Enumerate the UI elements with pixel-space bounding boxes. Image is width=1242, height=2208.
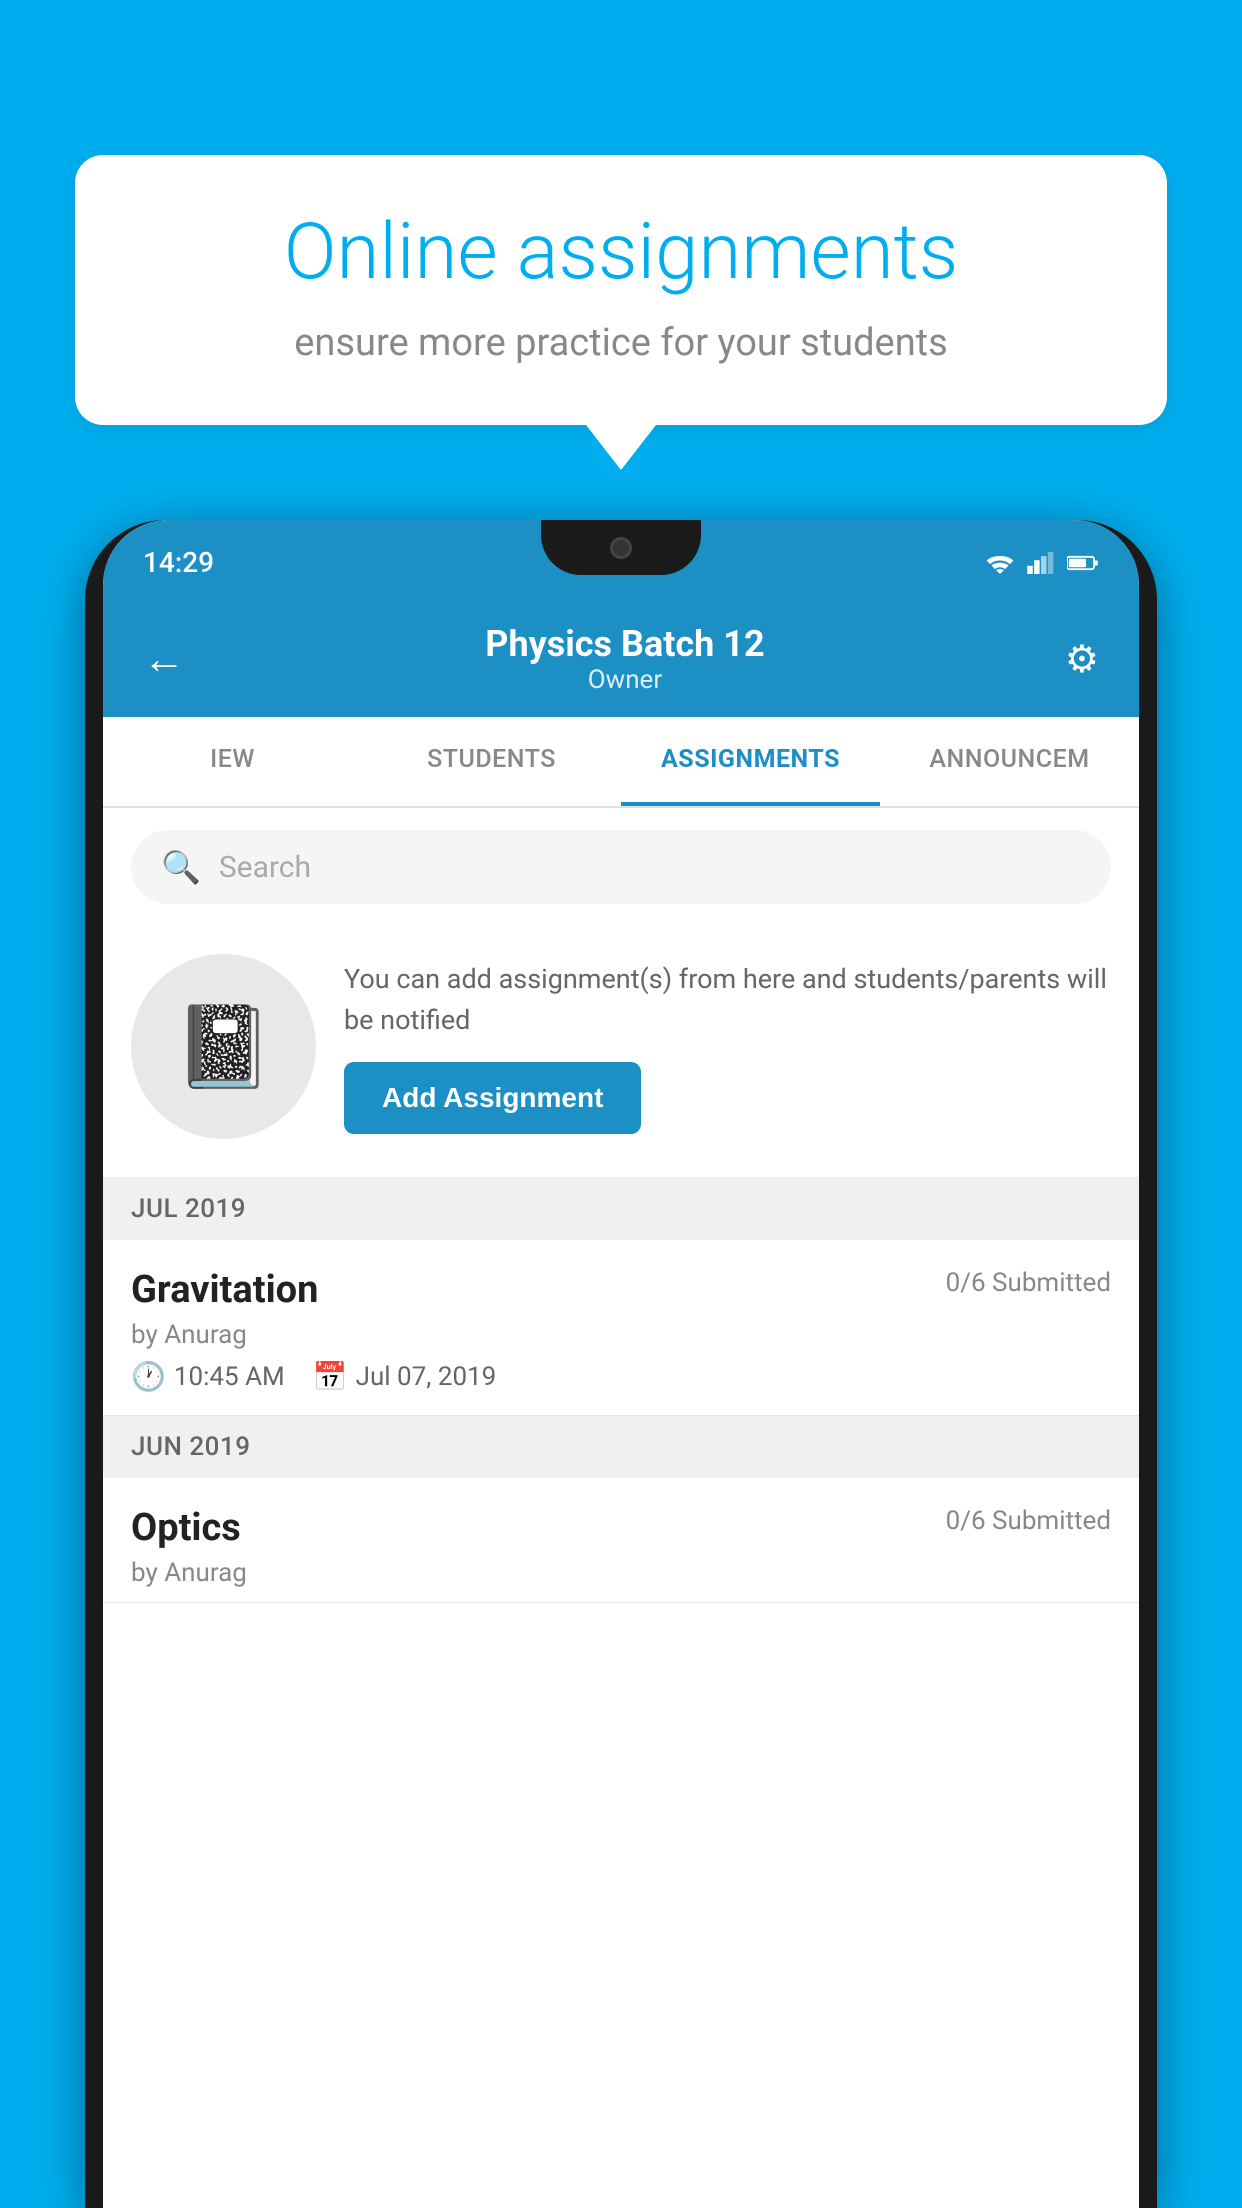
assignment-item-gravitation[interactable]: Gravitation 0/6 Submitted by Anurag 🕐 10… [103, 1240, 1139, 1416]
promo-section: 📓 You can add assignment(s) from here an… [103, 926, 1139, 1178]
tab-assignments[interactable]: ASSIGNMENTS [621, 717, 880, 806]
phone-screen: 14:29 [103, 520, 1139, 2208]
assignment-time: 10:45 AM [174, 1362, 285, 1392]
assignment-date: Jul 07, 2019 [356, 1362, 497, 1392]
bubble-title: Online assignments [145, 210, 1097, 296]
section-header-jun: JUN 2019 [103, 1416, 1139, 1478]
assignment-meta-gravitation: by Anurag [131, 1320, 1111, 1350]
add-assignment-button[interactable]: Add Assignment [344, 1062, 641, 1134]
bubble-subtitle: ensure more practice for your students [145, 321, 1097, 365]
app-header: ← Physics Batch 12 Owner ⚙ [103, 605, 1139, 717]
clock-icon: 🕐 [131, 1360, 166, 1393]
speech-bubble-arrow [586, 425, 656, 470]
notch [541, 520, 701, 575]
signal-icon [1027, 552, 1055, 574]
header-title: Physics Batch 12 [185, 623, 1065, 665]
assignment-meta-optics: by Anurag [131, 1558, 1111, 1588]
header-subtitle: Owner [185, 665, 1065, 695]
submitted-badge-gravitation: 0/6 Submitted [946, 1268, 1111, 1298]
assignment-time-row: 🕐 10:45 AM 📅 Jul 07, 2019 [131, 1360, 1111, 1393]
content-area: 🔍 Search 📓 You can add assignment(s) fro… [103, 808, 1139, 1603]
battery-icon [1067, 552, 1099, 574]
promo-text: You can add assignment(s) from here and … [344, 959, 1111, 1040]
assignment-top-row-optics: Optics 0/6 Submitted [131, 1506, 1111, 1550]
search-placeholder: Search [219, 850, 311, 885]
date-item: 📅 Jul 07, 2019 [313, 1360, 497, 1393]
promo-right: You can add assignment(s) from here and … [344, 959, 1111, 1134]
speech-bubble-wrapper: Online assignments ensure more practice … [75, 155, 1167, 470]
promo-icon-circle: 📓 [131, 954, 316, 1139]
tab-students[interactable]: STUDENTS [362, 717, 621, 806]
time-item: 🕐 10:45 AM [131, 1360, 285, 1393]
calendar-icon: 📅 [313, 1360, 348, 1393]
header-center: Physics Batch 12 Owner [185, 623, 1065, 695]
search-bar[interactable]: 🔍 Search [131, 830, 1111, 904]
back-button[interactable]: ← [143, 635, 185, 684]
search-icon: 🔍 [161, 848, 201, 886]
assignment-top-row: Gravitation 0/6 Submitted [131, 1268, 1111, 1312]
status-icons [985, 552, 1099, 574]
tabs-row: IEW STUDENTS ASSIGNMENTS ANNOUNCEM [103, 717, 1139, 808]
phone-frame: 14:29 [85, 520, 1157, 2208]
assignment-name-optics: Optics [131, 1506, 241, 1550]
camera-dot [610, 537, 632, 559]
speech-bubble: Online assignments ensure more practice … [75, 155, 1167, 425]
section-header-jul: JUL 2019 [103, 1178, 1139, 1240]
status-time: 14:29 [143, 546, 214, 579]
status-bar: 14:29 [103, 520, 1139, 605]
wifi-icon [985, 552, 1015, 574]
submitted-badge-optics: 0/6 Submitted [946, 1506, 1111, 1536]
notebook-icon: 📓 [174, 1000, 274, 1094]
assignment-name-gravitation: Gravitation [131, 1268, 318, 1312]
assignment-item-optics[interactable]: Optics 0/6 Submitted by Anurag [103, 1478, 1139, 1603]
tab-announcements[interactable]: ANNOUNCEM [880, 717, 1139, 806]
tab-iew[interactable]: IEW [103, 717, 362, 806]
settings-button[interactable]: ⚙ [1065, 637, 1099, 682]
